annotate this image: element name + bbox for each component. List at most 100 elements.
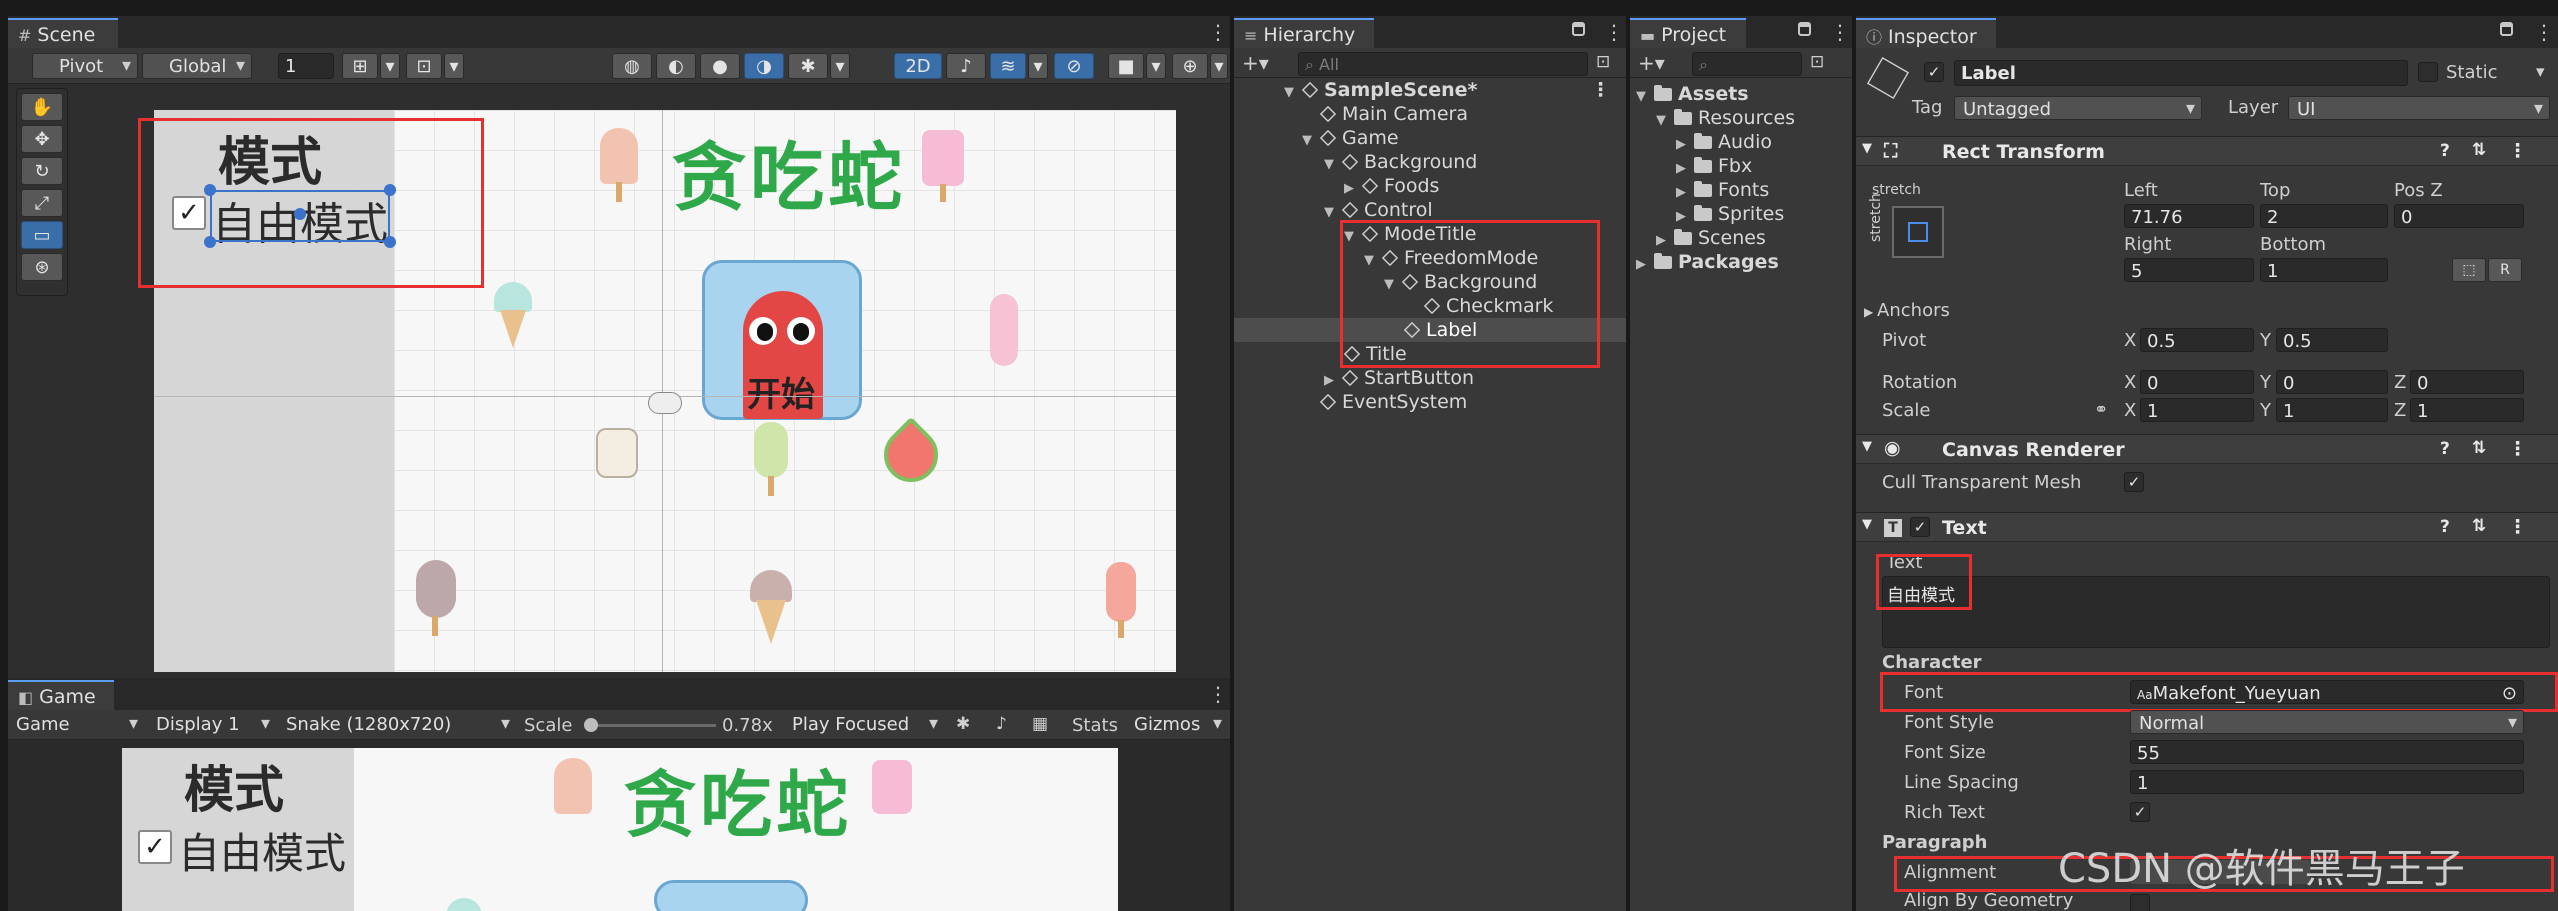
- lock-icon[interactable]: [1572, 22, 1585, 36]
- tree-item-checkmark[interactable]: Checkmark: [1423, 294, 1553, 318]
- freedom-mode-label[interactable]: 自由模式: [178, 820, 346, 881]
- display-dropdown[interactable]: Display 1: [148, 712, 276, 738]
- rect-tool-icon[interactable]: ▭: [21, 221, 63, 249]
- project-item-fbx[interactable]: ▶ Fbx: [1676, 154, 1752, 178]
- text-component-header[interactable]: ▼ T ✓ Text ? ⇅ ⋮: [1856, 512, 2558, 542]
- scene-viewport[interactable]: ✋ ✥ ↻ ⤢ ▭ ⊛ 模式 ✓ 自由模式 贪吃蛇 开始: [8, 84, 1230, 678]
- pivot-y-input[interactable]: 0.5: [2276, 328, 2388, 352]
- bottom-input[interactable]: 1: [2260, 258, 2388, 282]
- object-name-input[interactable]: Label: [1954, 60, 2408, 86]
- game-view-dropdown[interactable]: Game: [8, 712, 144, 738]
- increment-snap-icon[interactable]: ⊡: [406, 53, 442, 79]
- tree-item-game[interactable]: ▼ Game: [1302, 126, 1399, 150]
- rect-handle[interactable]: [204, 184, 216, 196]
- help-icon[interactable]: ?: [2440, 517, 2450, 537]
- audio-toggle-icon[interactable]: ♪: [946, 53, 986, 79]
- link-icon[interactable]: ⚭: [2094, 400, 2108, 420]
- project-item-scenes[interactable]: ▶ Scenes: [1656, 226, 1766, 250]
- scale-slider-thumb[interactable]: [584, 718, 598, 732]
- font-field[interactable]: AaMakefont_Yueyuan ⊙: [2130, 680, 2524, 704]
- rect-transform-header[interactable]: ▼ ⛶ Rect Transform ? ⇅ ⋮: [1856, 136, 2558, 166]
- blueprint-mode-icon[interactable]: ⬚: [2452, 258, 2486, 282]
- add-icon[interactable]: +▾: [1638, 51, 1665, 75]
- chevron-down-icon[interactable]: ▾: [444, 53, 464, 79]
- tree-item-label[interactable]: Label: [1403, 318, 1477, 342]
- rect-handle[interactable]: [384, 236, 396, 248]
- kebab-menu-icon[interactable]: ⋮: [2508, 516, 2527, 538]
- speaker-icon[interactable]: ♪: [996, 714, 1007, 734]
- tree-item-freedom-mode[interactable]: ▼ FreedomMode: [1364, 246, 1538, 270]
- tree-item-background[interactable]: ▼ Background: [1324, 150, 1477, 174]
- rotation-z-input[interactable]: 0: [2410, 370, 2524, 394]
- scale-x-input[interactable]: 1: [2140, 398, 2254, 422]
- right-input[interactable]: 5: [2124, 258, 2254, 282]
- chevron-down-icon[interactable]: ▾: [830, 53, 850, 79]
- project-item-fonts[interactable]: ▶ Fonts: [1676, 178, 1769, 202]
- kebab-menu-icon[interactable]: ⋮: [1208, 20, 1228, 44]
- active-checkbox[interactable]: ✓: [1924, 62, 1944, 82]
- rect-handle[interactable]: [204, 236, 216, 248]
- project-item-resources[interactable]: ▼ Resources: [1656, 106, 1795, 130]
- kebab-menu-icon[interactable]: ⋮: [2534, 20, 2554, 44]
- text-enabled-checkbox[interactable]: ✓: [1910, 517, 1930, 537]
- tree-item-title[interactable]: Title: [1343, 342, 1407, 366]
- grid-icon[interactable]: ▦: [1032, 714, 1048, 734]
- tree-item-main-camera[interactable]: Main Camera: [1319, 102, 1468, 126]
- chevron-down-icon[interactable]: ▾: [1146, 53, 1166, 79]
- help-icon[interactable]: ?: [2440, 439, 2450, 459]
- tab-hierarchy[interactable]: ≡ Hierarchy: [1234, 18, 1374, 48]
- chevron-down-icon[interactable]: ▾: [380, 53, 400, 79]
- transform-tool-icon[interactable]: ⊛: [21, 253, 63, 281]
- scale-slider-track[interactable]: [586, 724, 716, 727]
- canvas-renderer-header[interactable]: ▼ ◉ Canvas Renderer ? ⇅ ⋮: [1856, 434, 2558, 464]
- top-input[interactable]: 2: [2260, 204, 2388, 228]
- posz-input[interactable]: 0: [2394, 204, 2524, 228]
- start-button[interactable]: [654, 880, 808, 911]
- project-item-sprites[interactable]: ▶ Sprites: [1676, 202, 1784, 226]
- play-mode-dropdown[interactable]: Play Focused: [784, 712, 944, 738]
- kebab-menu-icon[interactable]: ⋮: [2508, 438, 2527, 460]
- unlit-shading-icon[interactable]: ◑: [744, 53, 784, 79]
- search-options-icon[interactable]: ⊡: [1810, 52, 1824, 72]
- chevron-down-icon[interactable]: ▾: [2536, 62, 2545, 82]
- project-item-packages[interactable]: ▶ Packages: [1636, 250, 1779, 274]
- rotation-x-input[interactable]: 0: [2140, 370, 2254, 394]
- tree-item-event-system[interactable]: EventSystem: [1319, 390, 1467, 414]
- kebab-menu-icon[interactable]: ⋮: [1591, 78, 1610, 102]
- hand-tool-icon[interactable]: ✋: [21, 93, 63, 121]
- rect-handle[interactable]: [384, 184, 396, 196]
- stats-button[interactable]: Stats: [1072, 715, 1118, 736]
- kebab-menu-icon[interactable]: ⋮: [1208, 682, 1228, 706]
- grid-snap-icon[interactable]: ⊞: [342, 53, 378, 79]
- pivot-dropdown[interactable]: Pivot: [32, 53, 138, 79]
- project-item-assets[interactable]: ▼ Assets: [1636, 82, 1749, 106]
- global-dropdown[interactable]: Global: [142, 53, 252, 79]
- tree-item-start-button[interactable]: ▶ StartButton: [1324, 366, 1474, 390]
- kebab-menu-icon[interactable]: ⋮: [2508, 140, 2527, 162]
- lock-icon[interactable]: [1798, 22, 1811, 36]
- camera-gizmo-icon[interactable]: [648, 392, 682, 414]
- anchors-foldout[interactable]: ▶ Anchors: [1864, 300, 1950, 321]
- search-options-icon[interactable]: ⊡: [1596, 52, 1610, 72]
- line-spacing-input[interactable]: 1: [2130, 770, 2524, 794]
- scale-tool-icon[interactable]: ⤢: [21, 189, 63, 217]
- pivot-handle[interactable]: [294, 208, 306, 220]
- rotate-tool-icon[interactable]: ↻: [21, 157, 63, 185]
- cull-checkbox[interactable]: ✓: [2124, 472, 2144, 492]
- wireframe-shading-icon[interactable]: ◍: [612, 53, 652, 79]
- raw-edit-button[interactable]: R: [2488, 258, 2522, 282]
- hierarchy-search-input[interactable]: ⌕ All: [1298, 52, 1588, 76]
- tab-project[interactable]: ▬ Project: [1630, 18, 1746, 48]
- scale-y-input[interactable]: 1: [2276, 398, 2388, 422]
- shaded-icon[interactable]: ●: [700, 53, 740, 79]
- project-item-audio[interactable]: ▶ Audio: [1676, 130, 1772, 154]
- scale-z-input[interactable]: 1: [2410, 398, 2524, 422]
- gizmos-dropdown[interactable]: Gizmos: [1126, 712, 1228, 738]
- chevron-down-icon[interactable]: ▾: [1210, 53, 1228, 79]
- checkmark-icon[interactable]: ✓: [138, 830, 172, 864]
- left-input[interactable]: 71.76: [2124, 204, 2254, 228]
- hidden-objects-icon[interactable]: ⊘: [1054, 53, 1094, 79]
- project-search-input[interactable]: ⌕: [1692, 52, 1802, 76]
- effects-toggle-icon[interactable]: ≋: [990, 53, 1026, 79]
- gizmos-icon[interactable]: ⊕: [1172, 53, 1208, 79]
